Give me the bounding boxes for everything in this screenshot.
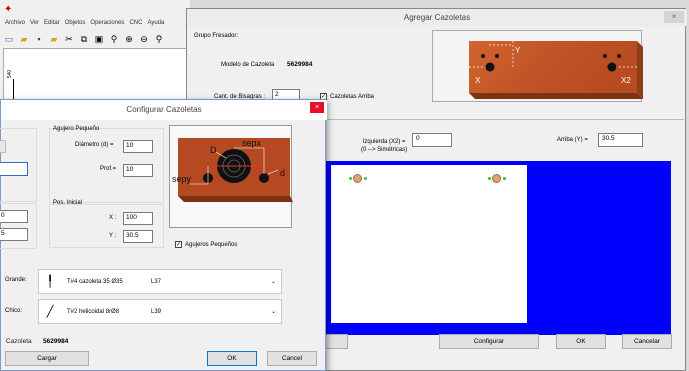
menubar: Archivo Ver Editar Objetos Operaciones C…	[0, 20, 190, 30]
cazoleta-value: 5629984	[43, 338, 69, 345]
arriba-y-label: Arriba (Y) =	[557, 137, 588, 143]
modelo-cazoleta-label: Modelo de Cazoleta	[221, 62, 275, 68]
menu-ver[interactable]: Ver	[30, 20, 39, 30]
open-folder-icon[interactable]: ▰	[18, 33, 30, 45]
cazoleta-diagram-drawing: sepx sepy D d	[172, 138, 293, 202]
izquierda-label-line1: Izquierda (X2) =	[362, 139, 406, 145]
toolbar: ▭ ▰ ▪ ▰ ✂ ⧉ ▣ ⚲ ⊕ ⊖ ⚲	[3, 32, 189, 46]
agujeros-pequenos-checkbox[interactable]: ✓ Agujeros Pequeños	[175, 241, 237, 248]
board-preview	[331, 165, 527, 323]
cancel-button[interactable]: Cancel	[267, 351, 317, 366]
agujero-pequeno-title: Agujero Pequeño	[53, 126, 100, 132]
chevron-down-icon: ⌄	[270, 279, 276, 285]
wood-board-drawing: Y X X2	[469, 41, 643, 99]
folder-icon[interactable]: ▰	[48, 33, 60, 45]
izquierda-label-line2: (0 --> Simétricas)	[361, 147, 408, 153]
menu-operaciones[interactable]: Operaciones	[90, 20, 124, 30]
profundidad-input[interactable]: 10	[123, 164, 153, 177]
y-input[interactable]: 30.5	[123, 230, 153, 243]
drill-bit-icon: ╿	[46, 276, 54, 288]
hinge-pin-dot	[488, 177, 491, 180]
diametro-label: Diámetro (d) =	[75, 142, 114, 148]
y-label: Y :	[109, 233, 117, 239]
cazoleta-label: Cazoleta	[6, 338, 32, 345]
diagram-label-small-d: d	[280, 168, 285, 178]
configurar-cazoletas-dialog: Configurar Cazoletas × Agujero Pequeño D…	[0, 99, 327, 371]
ok-button[interactable]: OK	[556, 334, 606, 349]
grande-label: Grande:	[5, 277, 27, 283]
x-label: X :	[109, 215, 117, 221]
cut-icon[interactable]: ✂	[63, 33, 75, 45]
menu-ayuda[interactable]: Ayuda	[147, 20, 164, 30]
menu-editar[interactable]: Editar	[44, 20, 60, 30]
cazoleta-diagram: sepx sepy D d	[169, 125, 293, 228]
dialog-title: Agregar Cazoletas	[187, 9, 687, 26]
helical-bit-icon: ╱	[46, 306, 54, 318]
hinge-marker-right	[492, 174, 501, 183]
cazoleta-diameter-input[interactable]	[0, 162, 28, 176]
dialog-title: Configurar Cazoletas	[1, 100, 327, 120]
preview-label-y: Y	[515, 46, 521, 55]
chevron-down-icon: ⌄	[270, 309, 276, 315]
tool-grande-select[interactable]: ╿ T#4 cazoleta 35 Ø35 L37 ⌄	[38, 269, 282, 294]
ruler-label: 540	[7, 69, 14, 79]
diametro-input[interactable]: 10	[123, 140, 153, 153]
cazoletas-arriba-checkbox[interactable]: ✓ Cazoletas Arriba	[320, 93, 374, 100]
cancelar-button[interactable]: Cancelar	[622, 334, 672, 349]
preview-label-x2: X2	[621, 76, 631, 85]
left-input-2[interactable]: 0	[0, 210, 28, 223]
app-logo-icon: ✦	[4, 4, 13, 15]
menu-cnc[interactable]: CNC	[129, 20, 142, 30]
ok-button[interactable]: OK	[207, 351, 257, 366]
zoom-window-icon[interactable]: ⚲	[108, 33, 120, 45]
cut-off-field	[0, 140, 6, 153]
izquierda-x2-input[interactable]: 0	[412, 133, 452, 147]
app-titlebar	[0, 0, 190, 20]
preview-label-x: X	[475, 76, 481, 85]
tool-grande-code: L37	[151, 278, 162, 285]
x-input[interactable]: 100	[123, 212, 153, 225]
izquierda-label: Izquierda (X2) = (0 --> Simétricas)	[361, 138, 407, 154]
diagram-label-big-d: D	[210, 145, 217, 155]
left-input-3[interactable]: 5	[0, 228, 28, 241]
close-button[interactable]: ×	[664, 11, 684, 23]
profundidad-label: Prof.=	[100, 166, 117, 172]
checkbox-box[interactable]: ✓	[175, 241, 182, 248]
tool-chico-name: T#2 helicoidal 8rØ8	[67, 308, 120, 315]
close-button[interactable]: ×	[310, 102, 324, 113]
arriba-y-input[interactable]: 30.5	[598, 133, 643, 147]
hinge-pin-dot	[364, 177, 367, 180]
pos-inicial-title: Pos. Inicial	[53, 200, 83, 206]
checkbox-label: Cazoletas Arriba	[330, 93, 375, 100]
modelo-cazoleta-value: 5629984	[287, 61, 313, 68]
checkbox-label: Agujeros Pequeños	[185, 241, 238, 248]
tool-chico-select[interactable]: ╱ T#2 helicoidal 8rØ8 L39 ⌄	[38, 299, 282, 324]
hinge-pin-dot	[349, 177, 352, 180]
configurar-button[interactable]: Configurar	[439, 334, 539, 349]
diagram-label-sepy: sepy	[172, 174, 192, 184]
hinge-preview-image: Y X X2	[432, 30, 643, 102]
crosshair-v	[13, 79, 14, 99]
hinge-pin-dot	[503, 177, 506, 180]
paste-icon[interactable]: ▣	[93, 33, 105, 45]
save-icon[interactable]: ▪	[33, 33, 45, 45]
menu-objetos[interactable]: Objetos	[65, 20, 86, 30]
diagram-label-sepx: sepx	[242, 138, 262, 148]
zoom-out-icon[interactable]: ⊖	[138, 33, 150, 45]
hinge-marker-left	[353, 174, 362, 183]
chico-label: Chico:	[5, 308, 23, 314]
new-file-icon[interactable]: ▭	[3, 33, 15, 45]
tool-grande-name: T#4 cazoleta 35 Ø35	[67, 278, 123, 285]
zoom-all-icon[interactable]: ⚲	[153, 33, 165, 45]
grupo-fresador-label: Grupo Fresador:	[194, 33, 239, 39]
tool-chico-code: L39	[151, 308, 162, 315]
copy-icon[interactable]: ⧉	[78, 33, 90, 45]
zoom-in-icon[interactable]: ⊕	[123, 33, 135, 45]
cargar-button[interactable]: Cargar	[5, 351, 89, 366]
menu-archivo[interactable]: Archivo	[5, 20, 25, 30]
